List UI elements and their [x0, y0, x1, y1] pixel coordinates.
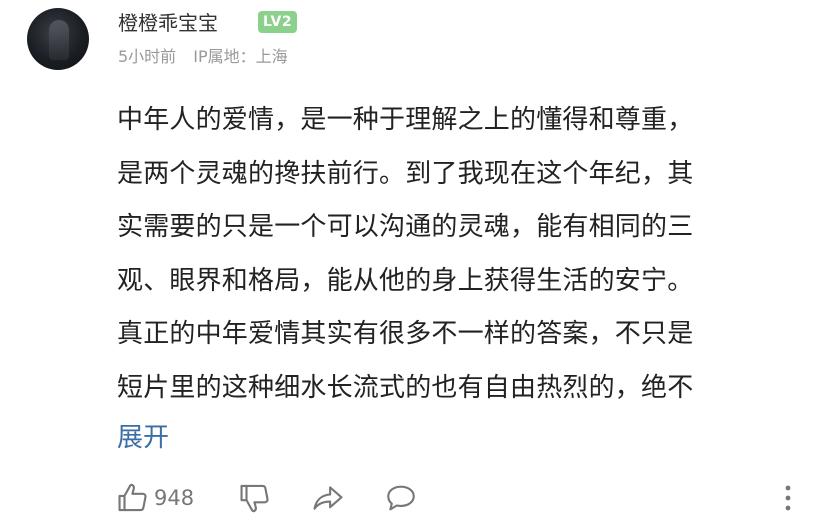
avatar[interactable]	[27, 8, 89, 70]
ip-location: IP属地：上海	[193, 47, 288, 66]
thumbs-up-icon	[118, 483, 147, 512]
comment-line: 是两个灵魂的搀扶前行。到了我现在这个年纪，其	[117, 158, 694, 189]
dislike-button[interactable]	[238, 481, 272, 515]
like-count: 948	[154, 486, 195, 510]
comment-actions: 948	[0, 475, 828, 521]
expand-link[interactable]: 展开	[117, 420, 169, 456]
comment-meta: 5小时前 IP属地：上海	[118, 44, 288, 70]
more-options-button[interactable]	[780, 483, 796, 515]
comment-line: 真正的中年爱情其实有很多不一样的答案，不只是	[117, 319, 694, 350]
post-time: 5小时前	[118, 47, 177, 66]
like-button[interactable]: 948	[116, 481, 194, 515]
comment-text: 中年人的爱情，是一种于理解之上的懂得和尊重， 是两个灵魂的搀扶前行。到了我现在这…	[117, 94, 807, 416]
reply-icon	[387, 485, 415, 511]
level-badge: LV2	[258, 11, 298, 33]
comment-line: 中年人的爱情，是一种于理解之上的懂得和尊重，	[117, 105, 694, 135]
comment-line: 观、眼界和格局，能从他的身上获得生活的安宁。	[117, 265, 694, 296]
thumbs-down-icon	[240, 484, 269, 513]
comment-line: 短片里的这种细水长流式的也有自由热烈的，绝不	[117, 372, 694, 403]
comment-line: 实需要的只是一个可以沟通的灵魂，能有相同的三	[117, 212, 694, 243]
reply-button[interactable]	[383, 481, 419, 515]
share-button[interactable]	[310, 481, 346, 515]
more-icon	[785, 485, 791, 511]
username[interactable]: 橙橙乖宝宝	[118, 8, 218, 38]
share-icon	[313, 486, 343, 510]
avatar-figure	[49, 20, 69, 60]
